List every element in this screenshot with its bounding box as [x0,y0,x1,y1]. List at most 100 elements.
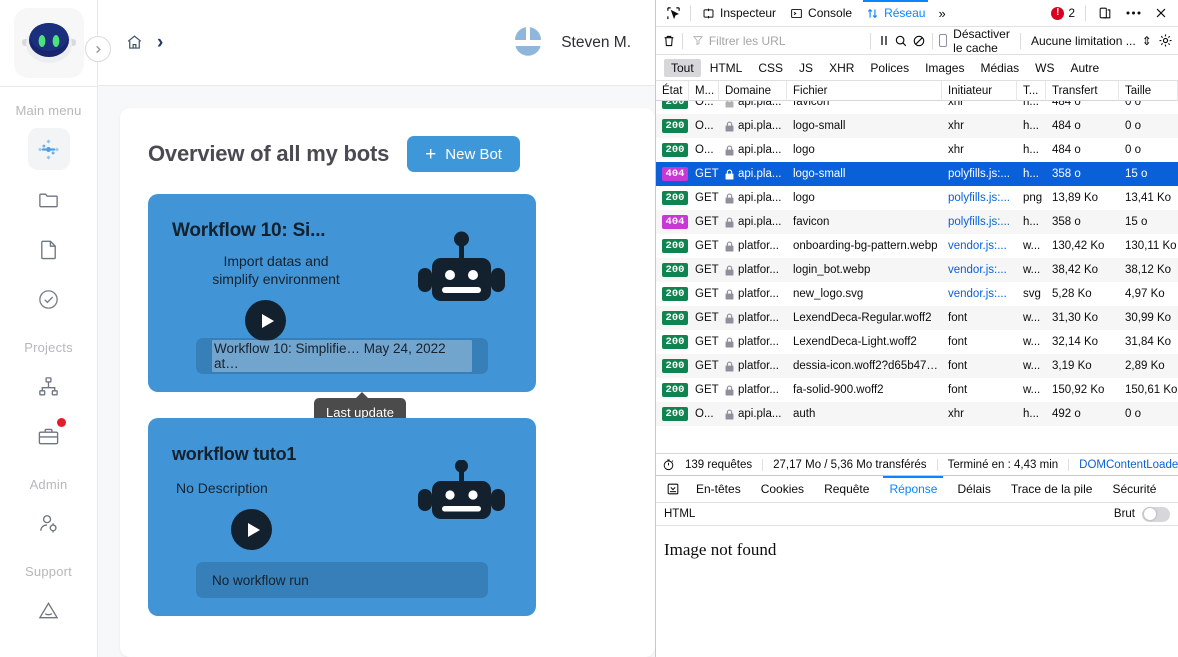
network-rows[interactable]: 200 O... api.pla... favicon xhr h... 484 o0 o2… [656,101,1178,453]
type-filter-html[interactable]: HTML [703,59,750,77]
cell-method: GET [695,312,719,324]
tab-label: Inspecteur [720,6,777,20]
run-workflow-button[interactable] [231,509,272,550]
table-row[interactable]: 404 GET api.pla... logo-small polyfills.js:.… [656,162,1178,186]
bot-card-status[interactable]: Workflow 10: Simplifie… May 24, 2022 at… [196,338,488,374]
search-icon[interactable] [894,28,909,54]
bot-card-status[interactable]: No workflow run [196,562,488,598]
cell-transfer: 484 o [1052,120,1081,132]
table-row[interactable]: 404 GET api.pla... favicon polyfills.js:... h… [656,210,1178,234]
block-icon[interactable] [911,28,926,54]
detail-tab-cookies[interactable]: Cookies [751,476,814,502]
type-filter-ws[interactable]: WS [1028,59,1061,77]
pause-icon[interactable] [876,28,891,54]
close-icon[interactable] [1148,0,1174,26]
cell-status: 200 [656,407,689,421]
detail-tab-securite[interactable]: Sécurité [1102,476,1166,502]
table-row[interactable]: 200 GET api.pla... logo polyfills.js:... png 1… [656,186,1178,210]
tab-console[interactable]: Console [783,0,859,26]
type-filter-polices[interactable]: Polices [863,59,916,77]
raw-toggle[interactable] [1142,506,1170,522]
detail-tab-en-tetes[interactable]: En-têtes [686,476,751,502]
table-row[interactable]: 200 O... api.pla... auth xhr h... 492 o 0 o [656,402,1178,426]
dock-panel-icon[interactable] [1092,0,1118,26]
trash-icon[interactable] [661,28,676,54]
user-menu[interactable]: Steven M. [508,22,631,63]
tab-reseau[interactable]: Réseau [859,0,932,26]
sidebar-group-label-admin: Admin [29,477,68,492]
bot-card[interactable]: workflow tuto1 No Description No workflo… [148,418,536,616]
file-icon [41,240,56,259]
cell-domain: platfor... [719,240,787,252]
app-logo[interactable] [13,8,84,78]
collapse-panel-icon[interactable] [660,476,686,502]
column-header-domaine[interactable]: Domaine [719,80,787,101]
transferred-size: 27,17 Mo / 5,36 Mo transférés [763,458,938,471]
sidebar-item-tasks[interactable] [28,278,70,320]
status-badge: 200 [662,407,688,421]
table-row[interactable]: 200 GET platfor... LexendDeca-Light.woff2 fo… [656,330,1178,354]
table-row[interactable]: 200 O... api.pla... logo-small xhr h... 484 o 0… [656,114,1178,138]
cell-method: GET [695,288,719,300]
type-filter-js[interactable]: JS [792,59,820,77]
table-row[interactable]: 200 O... api.pla... favicon xhr h... 484 o 0 o [656,101,1178,114]
table-row[interactable]: 200 GET platfor... new_logo.svg vendor.js:..… [656,282,1178,306]
sidebar-item-projects[interactable] [28,415,70,457]
type-filter-tout[interactable]: Tout [664,58,701,77]
column-header-type[interactable]: T... [1017,80,1046,101]
type-filter-autre[interactable]: Autre [1063,59,1106,77]
table-row[interactable]: 200 GET platfor... fa-solid-900.woff2 font w.… [656,378,1178,402]
filter-input-wrap [688,30,864,51]
sidebar-item-user-admin[interactable] [28,502,70,544]
disable-cache-checkbox[interactable]: Désactiver le cache [938,27,1015,55]
type-filter-medias[interactable]: Médias [973,59,1026,77]
sidebar-collapse-button[interactable] [85,36,111,62]
table-row[interactable]: 200 GET platfor... LexendDeca-Regular.woff2… [656,306,1178,330]
throttling-select[interactable]: Aucune limitation ... ⇕ [1027,34,1156,48]
raw-toggle-wrap[interactable]: Brut [1114,506,1170,522]
column-header-fichier[interactable]: Fichier [787,80,942,101]
column-header-transfert[interactable]: Transfert [1046,80,1119,101]
search-input[interactable] [688,30,864,51]
stopwatch-icon[interactable] [662,452,675,478]
column-header-etat[interactable]: État [656,80,689,101]
ellipsis-icon[interactable] [1120,0,1146,26]
table-row[interactable]: 200 GET platfor... login_bot.webp vendor.js:… [656,258,1178,282]
cell-initiator: xhr [948,120,964,132]
cell-size: 150,61 Ko [1125,384,1178,396]
element-picker-icon[interactable] [660,0,686,26]
sidebar-item-workflows[interactable] [27,128,70,170]
bot-card[interactable]: Workflow 10: Si... Import datas and simpl… [148,194,536,427]
cell-file: logo [793,144,815,156]
sidebar-group-label-main: Main menu [15,103,82,118]
error-count-badge[interactable]: ! 2 [1051,6,1079,20]
gear-icon[interactable] [1158,28,1173,54]
detail-tab-requete[interactable]: Requête [814,476,879,502]
detail-tab-delais[interactable]: Délais [947,476,1000,502]
cell-method: GET [695,360,719,372]
column-header-initiateur[interactable]: Initiateur [942,80,1017,101]
cell-size: 38,12 Ko [1125,264,1172,276]
sidebar-item-sitemap[interactable] [28,365,70,407]
sidebar-item-folders[interactable] [28,178,70,220]
sidebar-item-support[interactable] [28,589,70,631]
home-icon[interactable] [125,33,144,52]
error-count: 2 [1068,6,1075,20]
table-row[interactable]: 200 O... api.pla... logo xhr h... 484 o 0 o [656,138,1178,162]
detail-tab-reponse[interactable]: Réponse [879,476,947,502]
run-workflow-button[interactable] [245,300,286,341]
table-row[interactable]: 200 GET platfor... onboarding-bg-pattern.we… [656,234,1178,258]
chevron-double-right-icon[interactable]: » [932,6,951,21]
cell-type: w... [1023,384,1041,396]
type-filter-xhr[interactable]: XHR [822,59,861,77]
new-bot-button[interactable]: + New Bot [407,136,520,172]
type-filter-images[interactable]: Images [918,59,971,77]
sidebar-item-files[interactable] [28,228,70,270]
cell-status: 200 [656,143,689,157]
type-filter-css[interactable]: CSS [751,59,790,77]
tab-inspecteur[interactable]: Inspecteur [695,0,783,26]
table-row[interactable]: 200 GET platfor... dessia-icon.woff2?d65b47… [656,354,1178,378]
detail-tab-trace[interactable]: Trace de la pile [1001,476,1103,502]
column-header-methode[interactable]: M... [689,80,719,101]
column-header-taille[interactable]: Taille [1119,80,1178,101]
